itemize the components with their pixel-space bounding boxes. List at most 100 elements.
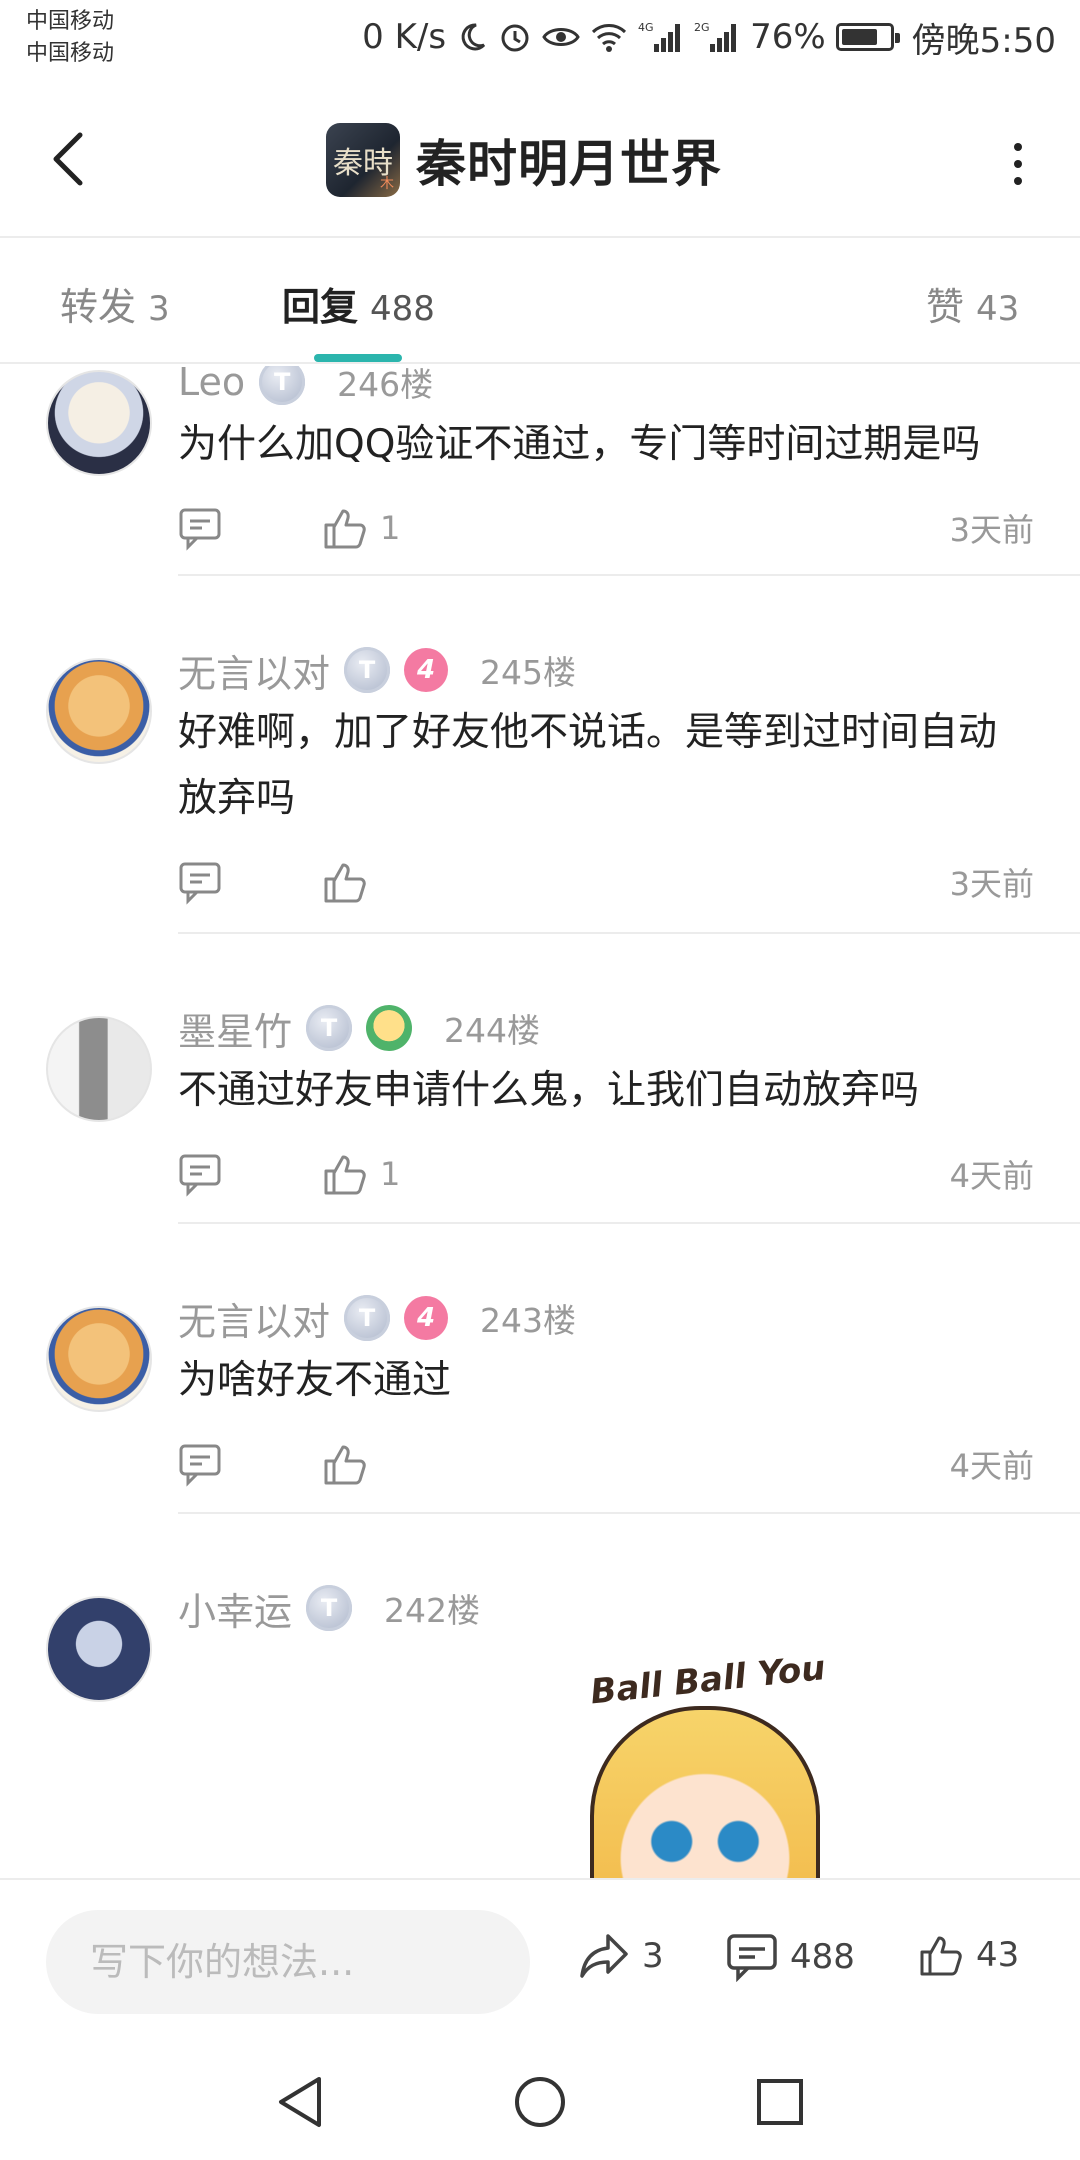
top-app-bar: 秦時 木 秦时明月世界 [0, 84, 1080, 238]
level-badge: 4 [404, 1296, 449, 1340]
page-title: 秦时明月世界 [416, 135, 722, 193]
like-count: 1 [380, 1155, 401, 1193]
moon-icon [456, 21, 488, 53]
tab-repost[interactable]: 转发 3 [60, 276, 170, 331]
like-button[interactable]: 1 [322, 1151, 400, 1197]
app-logo-sub: 木 [380, 176, 394, 192]
back-arrow-icon [53, 132, 83, 186]
comment-time: 3天前 [949, 511, 1034, 549]
floor-number: 246楼 [337, 366, 434, 404]
like-button[interactable] [322, 859, 368, 905]
back-button[interactable] [40, 124, 96, 194]
sticker-caption: Ball Ball You [588, 1648, 828, 1713]
rank-badge: T [306, 1005, 353, 1051]
more-dot [1014, 160, 1022, 168]
comment-bubble-icon [727, 1934, 777, 1982]
nav-recent-button[interactable] [750, 2072, 810, 2132]
avatar[interactable] [46, 1596, 152, 1702]
username[interactable]: 墨星竹 [178, 1001, 292, 1056]
comment-input[interactable] [46, 1910, 530, 2014]
like-button[interactable]: 1 [322, 505, 400, 551]
more-options-button[interactable] [1006, 134, 1030, 194]
nav-back-button[interactable] [270, 2072, 330, 2132]
nav-home-button[interactable] [510, 2072, 570, 2132]
comment-time: 4天前 [949, 1157, 1034, 1195]
tab-label: 转发 [60, 285, 137, 329]
comment-meta: 无言以对 T 4 243楼 [178, 1290, 1034, 1346]
tab-likes[interactable]: 赞 43 [926, 276, 1019, 331]
avatar[interactable] [46, 1306, 152, 1412]
status-bar: 中国移动 中国移动 0 K/s 4G 2G 76% 傍晚5:50 [0, 0, 1080, 84]
comment-meta: Leo T 246楼 [178, 366, 1034, 410]
level-badge: 4 [404, 648, 449, 692]
username[interactable]: 无言以对 [178, 1291, 330, 1346]
avatar[interactable] [46, 1016, 152, 1122]
tab-label: 回复 [282, 285, 359, 329]
comment-actions: 3天前 [178, 852, 1034, 912]
system-nav-bar [0, 2042, 1080, 2160]
divider [178, 1222, 1080, 1224]
comment-meta: 无言以对 T 4 245楼 [178, 642, 1034, 698]
tab-indicator [314, 354, 402, 362]
comment-text: 好难啊，加了好友他不说话。是等到过时间自动放弃吗 [178, 710, 998, 821]
status-icons: 0 K/s 4G 2G 76% 傍晚5:50 [362, 12, 1056, 62]
tab-count: 3 [148, 289, 170, 329]
tab-count: 43 [976, 289, 1020, 329]
carrier-2: 中国移动 [26, 41, 115, 66]
share-button[interactable]: 3 [578, 1932, 664, 1980]
username[interactable]: 小幸运 [178, 1581, 292, 1636]
battery-fill [841, 29, 877, 45]
replies-button[interactable]: 488 [726, 1932, 855, 1982]
like-button[interactable] [322, 1441, 368, 1487]
reply-button[interactable] [178, 1441, 224, 1487]
more-dot [1014, 177, 1022, 185]
thumb-up-icon [920, 1936, 962, 1976]
comment-meta: 小幸运 T 242楼 [178, 1580, 1034, 1636]
tab-label: 赞 [926, 285, 965, 329]
alarm-icon [498, 20, 532, 54]
rank-badge: T [306, 1585, 353, 1631]
username[interactable]: 无言以对 [178, 643, 330, 698]
tab-replies[interactable]: 回复 488 [282, 276, 435, 331]
reply-button[interactable] [178, 1151, 224, 1197]
like-count: 43 [976, 1935, 1020, 1975]
triangle-back-icon [279, 2077, 321, 2127]
more-vertical-icon [1014, 143, 1022, 151]
reply-button[interactable] [178, 859, 224, 905]
comment-meta: 墨星竹 T 244楼 [178, 1000, 1034, 1056]
signal-2-icon: 2G [694, 20, 740, 54]
avatar[interactable] [46, 658, 152, 764]
square-recent-icon [757, 2079, 803, 2125]
sticker-image[interactable]: Ball Ball You [589, 1648, 830, 1878]
comment-list[interactable]: Leo T 246楼 为什么加QQ验证不通过，专门等时间过期是吗 1 3天前 无… [0, 366, 1080, 1878]
reply-count: 488 [790, 1937, 855, 1977]
rank-badge: T [344, 1295, 391, 1341]
page-title-group[interactable]: 秦時 木 秦时明月世界 [326, 118, 722, 202]
svg-text:2G: 2G [694, 21, 710, 34]
thumb-up-icon [324, 509, 366, 549]
app-logo: 秦時 木 [326, 123, 400, 197]
battery-percent: 76% [750, 17, 826, 57]
comment-text: 为啥好友不通过 [178, 1358, 452, 1403]
thumb-up-icon [324, 863, 366, 903]
thumb-up-icon [324, 1445, 366, 1485]
circle-home-icon [515, 2077, 565, 2127]
avatar[interactable] [46, 370, 152, 476]
signal-1-icon: 4G [638, 20, 684, 54]
battery-icon [835, 23, 900, 51]
divider [178, 574, 1080, 576]
comment-actions: 4天前 [178, 1434, 1034, 1494]
net-speed: 0 K/s [362, 17, 447, 57]
comment-actions: 1 4天前 [178, 1144, 1034, 1204]
like-post-button[interactable]: 43 [918, 1932, 1019, 1978]
eye-icon [542, 22, 580, 52]
reply-button[interactable] [178, 505, 224, 551]
character-badge-icon [366, 1005, 413, 1051]
comment-time: 4天前 [949, 1447, 1034, 1485]
comment-actions: 1 3天前 [178, 498, 1034, 558]
floor-number: 244楼 [444, 1011, 541, 1050]
sticker-character [590, 1706, 820, 1878]
rank-badge: T [259, 366, 306, 405]
username[interactable]: Leo [178, 366, 245, 404]
wifi-icon [590, 22, 628, 52]
